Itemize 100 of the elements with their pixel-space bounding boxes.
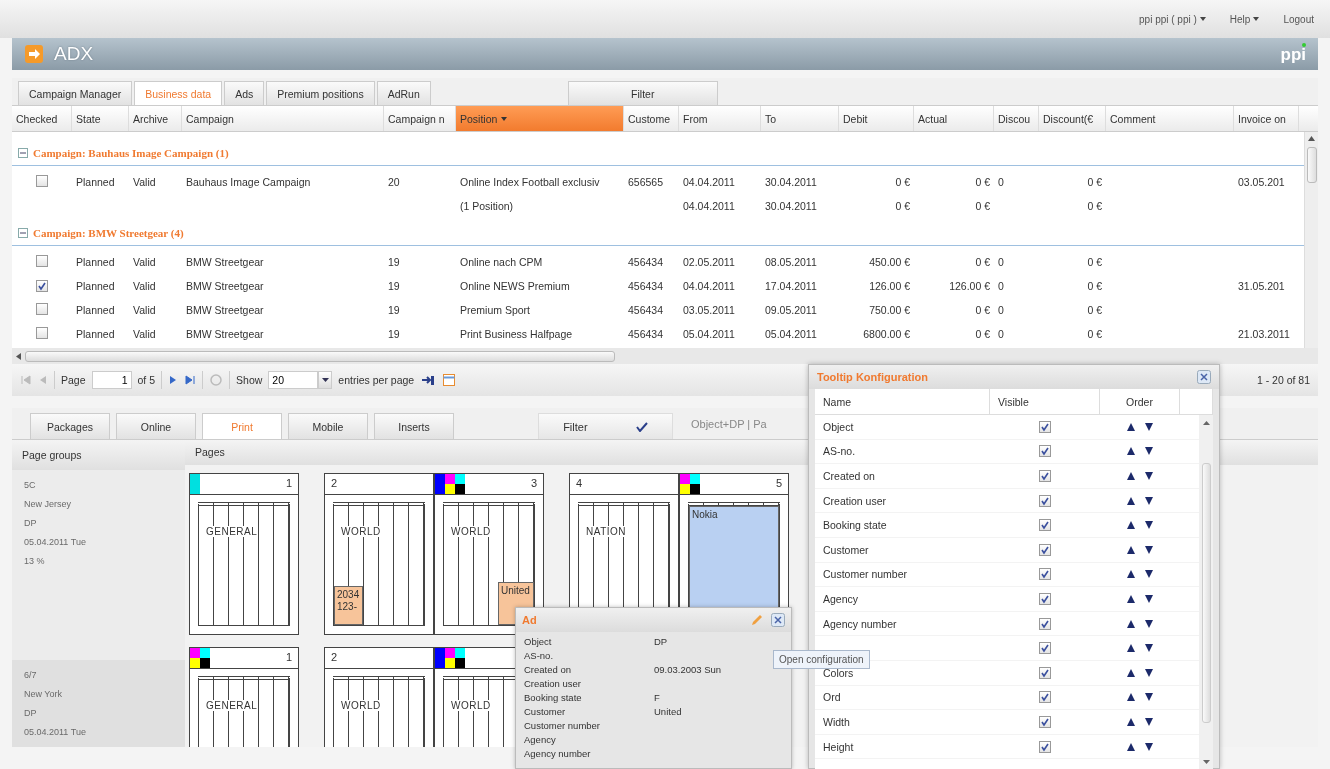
page-thumbnail[interactable]: 1 GENERAL <box>189 646 299 747</box>
column-header[interactable]: Archive <box>129 106 182 131</box>
checkbox[interactable] <box>1039 445 1051 458</box>
scroll-up-icon[interactable] <box>1202 421 1210 425</box>
move-down-icon[interactable] <box>1145 521 1153 530</box>
filter-toggle[interactable]: Filter <box>538 413 673 439</box>
column-header[interactable]: Checked <box>12 106 72 131</box>
move-down-icon[interactable] <box>1145 447 1153 456</box>
checkbox[interactable] <box>1039 543 1051 556</box>
column-header[interactable]: Discount(€ <box>1039 106 1106 131</box>
checkbox[interactable] <box>1039 691 1051 704</box>
checkbox[interactable] <box>1039 642 1051 655</box>
tab[interactable]: Online <box>116 413 196 439</box>
move-up-icon[interactable] <box>1127 644 1135 653</box>
move-down-icon[interactable] <box>1145 693 1153 702</box>
move-down-icon[interactable] <box>1145 472 1153 480</box>
checkbox[interactable] <box>36 255 48 267</box>
move-up-icon[interactable] <box>1127 422 1135 431</box>
move-down-icon[interactable] <box>1145 422 1153 431</box>
page-thumbnail[interactable]: 2 WORLD 2034 123- <box>324 472 434 635</box>
tab[interactable]: Campaign Manager <box>18 81 133 105</box>
scroll-up-icon[interactable] <box>1308 136 1315 141</box>
move-down-icon[interactable] <box>1145 545 1153 554</box>
column-header[interactable]: Comment <box>1106 106 1234 131</box>
move-down-icon[interactable] <box>1145 717 1153 726</box>
scroll-thumb[interactable] <box>25 350 615 362</box>
page-thumbnail[interactable]: 2 WORLD <box>324 646 434 747</box>
scroll-thumb[interactable] <box>1201 462 1211 723</box>
move-up-icon[interactable] <box>1127 693 1135 702</box>
checkbox[interactable] <box>1039 617 1051 630</box>
checkbox[interactable] <box>36 175 48 187</box>
column-header[interactable]: Debit <box>839 106 914 131</box>
table-cell: 30.04.2011 <box>765 200 817 212</box>
move-up-icon[interactable] <box>1127 472 1135 480</box>
filter-tab[interactable]: Filter <box>567 81 718 105</box>
checkbox[interactable] <box>1039 420 1051 433</box>
header-link[interactable]: ppi ppi ( ppi ) <box>1139 13 1206 25</box>
checkbox[interactable] <box>1039 592 1051 605</box>
column-header[interactable]: Custome <box>624 106 679 131</box>
vertical-scrollbar[interactable] <box>1199 415 1213 769</box>
page-group[interactable]: 6/7 New York DP 05.04.2011 Tue <box>12 660 185 747</box>
column-header[interactable]: Discou <box>994 106 1039 131</box>
header-link[interactable]: Logout <box>1283 13 1314 25</box>
checkbox[interactable] <box>36 303 48 315</box>
move-up-icon[interactable] <box>1127 496 1135 505</box>
vertical-scrollbar[interactable] <box>1304 132 1318 348</box>
checkbox[interactable] <box>1039 666 1051 679</box>
tab[interactable]: Packages <box>30 413 110 439</box>
tab[interactable]: Premium positions <box>266 81 375 105</box>
scroll-down-icon[interactable] <box>1202 760 1210 764</box>
move-up-icon[interactable] <box>1127 668 1135 677</box>
move-up-icon[interactable] <box>1127 594 1135 603</box>
tab[interactable]: Mobile <box>288 413 368 439</box>
move-down-icon[interactable] <box>1145 594 1153 603</box>
close-icon[interactable] <box>1197 370 1211 384</box>
tab[interactable]: AdRun <box>376 81 431 105</box>
tab[interactable]: Ads <box>224 81 265 105</box>
move-down-icon[interactable] <box>1145 644 1153 653</box>
column-header[interactable]: Invoice on <box>1234 106 1299 131</box>
ad-block[interactable]: 2034 123- <box>334 586 363 625</box>
scroll-thumb[interactable] <box>1306 147 1317 183</box>
move-down-icon[interactable] <box>1145 668 1153 677</box>
move-down-icon[interactable] <box>1145 619 1153 628</box>
move-up-icon[interactable] <box>1127 570 1135 579</box>
checkbox[interactable] <box>36 327 48 339</box>
page-number: 2 <box>330 475 339 489</box>
move-up-icon[interactable] <box>1127 545 1135 554</box>
field-value: F <box>654 692 660 703</box>
checkbox[interactable] <box>1039 519 1051 532</box>
checkbox[interactable] <box>1039 740 1051 753</box>
move-up-icon[interactable] <box>1127 742 1135 751</box>
horizontal-scrollbar[interactable] <box>12 348 1318 364</box>
column-header[interactable]: To <box>761 106 839 131</box>
move-down-icon[interactable] <box>1145 570 1153 579</box>
checkbox[interactable] <box>1039 494 1051 507</box>
scroll-left-icon[interactable] <box>16 352 21 360</box>
page-group[interactable]: 5C New Jersey DP 05.04.2011 Tue 13 % <box>12 470 185 660</box>
checkbox[interactable] <box>1039 470 1051 482</box>
move-up-icon[interactable] <box>1127 447 1135 456</box>
move-down-icon[interactable] <box>1145 742 1153 751</box>
tab[interactable]: Inserts <box>374 413 454 439</box>
last-page-icon[interactable] <box>184 374 197 386</box>
column-header[interactable]: Campaign <box>182 106 384 131</box>
checkbox[interactable] <box>36 279 48 292</box>
move-up-icon[interactable] <box>1127 619 1135 628</box>
column-header[interactable]: Actual <box>914 106 994 131</box>
column-header[interactable]: Position <box>456 106 624 131</box>
close-icon[interactable] <box>771 613 785 627</box>
move-up-icon[interactable] <box>1127 717 1135 726</box>
header-link[interactable]: Help <box>1229 13 1260 25</box>
move-down-icon[interactable] <box>1145 496 1153 505</box>
page-thumbnail[interactable]: 1 GENERAL <box>189 472 299 635</box>
export-icon[interactable] <box>420 373 437 387</box>
page-field[interactable]: 1 <box>91 371 132 389</box>
move-up-icon[interactable] <box>1127 521 1135 530</box>
layout-icon[interactable] <box>442 373 457 387</box>
column-header[interactable]: From <box>679 106 761 131</box>
checkbox[interactable] <box>1039 715 1051 728</box>
checkbox[interactable] <box>1039 568 1051 581</box>
column-header[interactable]: State <box>72 106 129 131</box>
